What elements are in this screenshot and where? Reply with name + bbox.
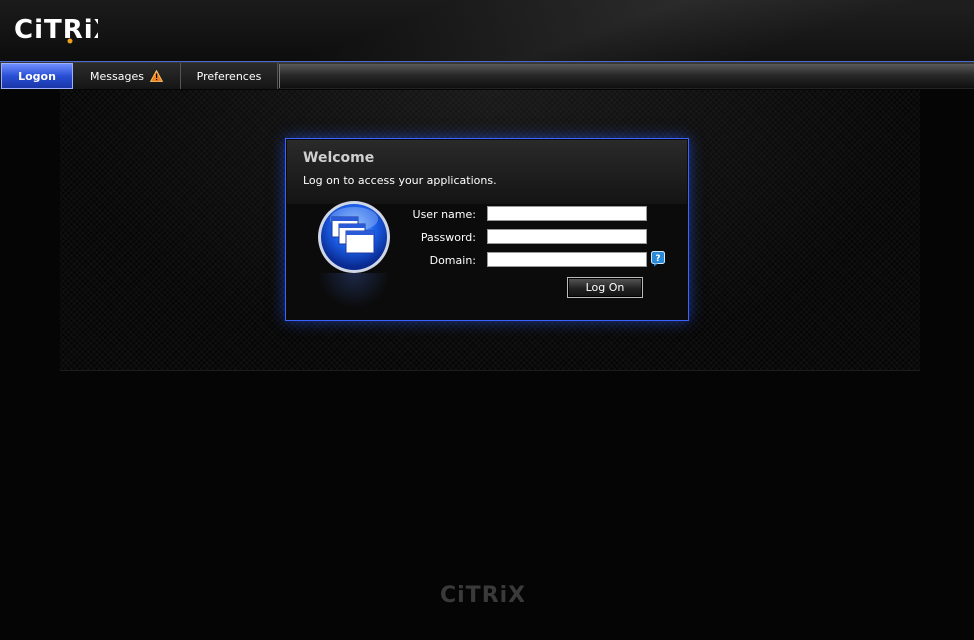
- log-on-button[interactable]: Log On: [567, 277, 643, 298]
- svg-text:CiTRiX: CiTRiX: [14, 15, 98, 45]
- tab-preferences[interactable]: Preferences: [181, 63, 278, 89]
- warning-icon: [149, 70, 163, 82]
- password-input[interactable]: [487, 229, 647, 244]
- icon-reflection: [318, 273, 390, 309]
- login-panel: Welcome Log on to access your applicatio…: [285, 138, 689, 321]
- username-label: User name:: [412, 208, 476, 221]
- login-header: Welcome Log on to access your applicatio…: [287, 140, 687, 204]
- svg-text:CiTRiX: CiTRiX: [440, 583, 524, 608]
- header-bar: CiTRiX: [0, 0, 974, 61]
- citrix-logo-icon: CiTRiX: [14, 15, 114, 45]
- domain-input[interactable]: [487, 252, 647, 267]
- help-icon[interactable]: ?: [651, 251, 665, 267]
- tab-messages[interactable]: Messages: [73, 63, 181, 89]
- tab-logon[interactable]: Logon: [1, 63, 73, 89]
- tab-messages-label: Messages: [90, 69, 144, 83]
- login-subtitle: Log on to access your applications.: [303, 174, 497, 187]
- svg-text:?: ?: [655, 254, 660, 264]
- password-label: Password:: [420, 231, 476, 244]
- username-input[interactable]: [487, 206, 647, 221]
- citrix-logo: CiTRiX: [14, 10, 114, 55]
- tab-bar-filler: [279, 64, 974, 88]
- tab-bar: Logon Messages Preferences: [0, 61, 974, 89]
- footer-citrix-logo-icon: CiTRiX: [440, 583, 525, 608]
- domain-label: Domain:: [429, 254, 476, 267]
- login-title: Welcome: [303, 150, 375, 166]
- tab-logon-label: Logon: [18, 69, 56, 83]
- tab-preferences-label: Preferences: [196, 69, 262, 83]
- footer-citrix-logo: CiTRiX: [440, 578, 525, 614]
